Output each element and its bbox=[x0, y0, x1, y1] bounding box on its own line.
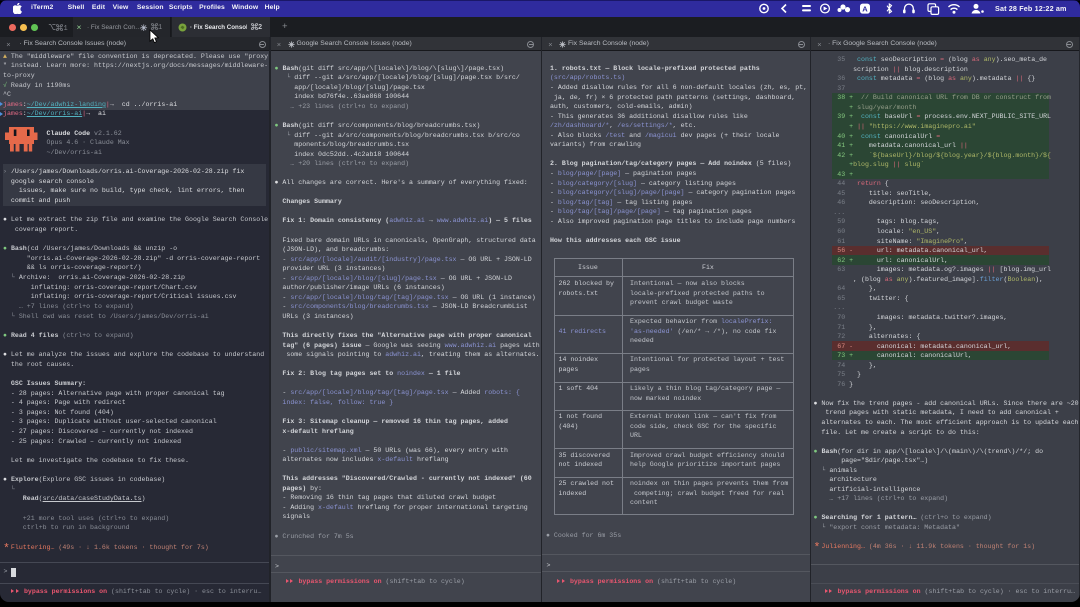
svg-text:A: A bbox=[862, 4, 868, 13]
